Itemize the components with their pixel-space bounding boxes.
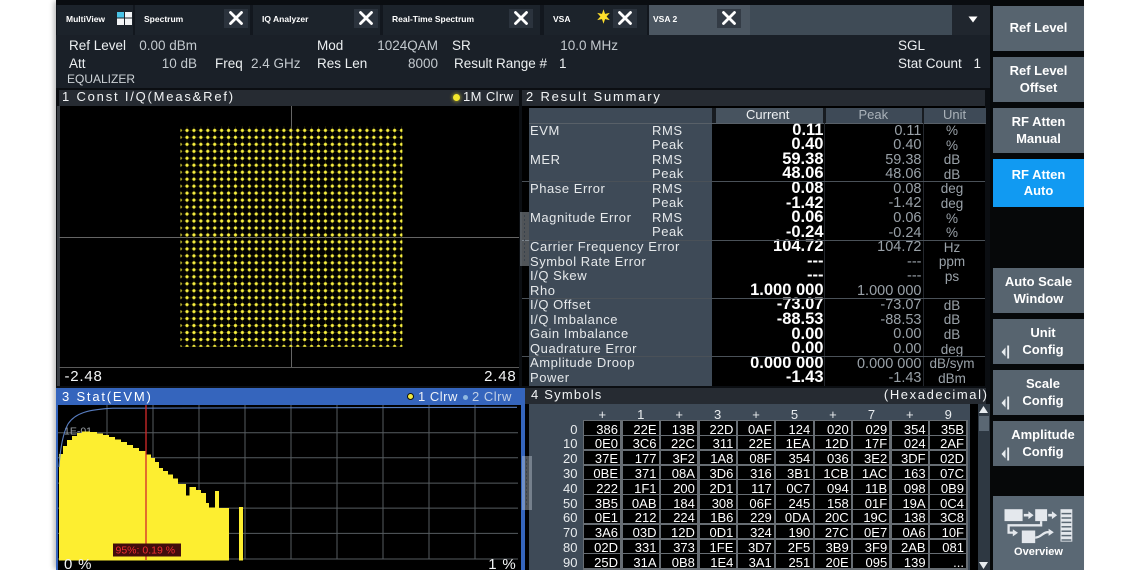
svg-text:95%: 0.19 %: 95%: 0.19 %	[116, 545, 176, 557]
